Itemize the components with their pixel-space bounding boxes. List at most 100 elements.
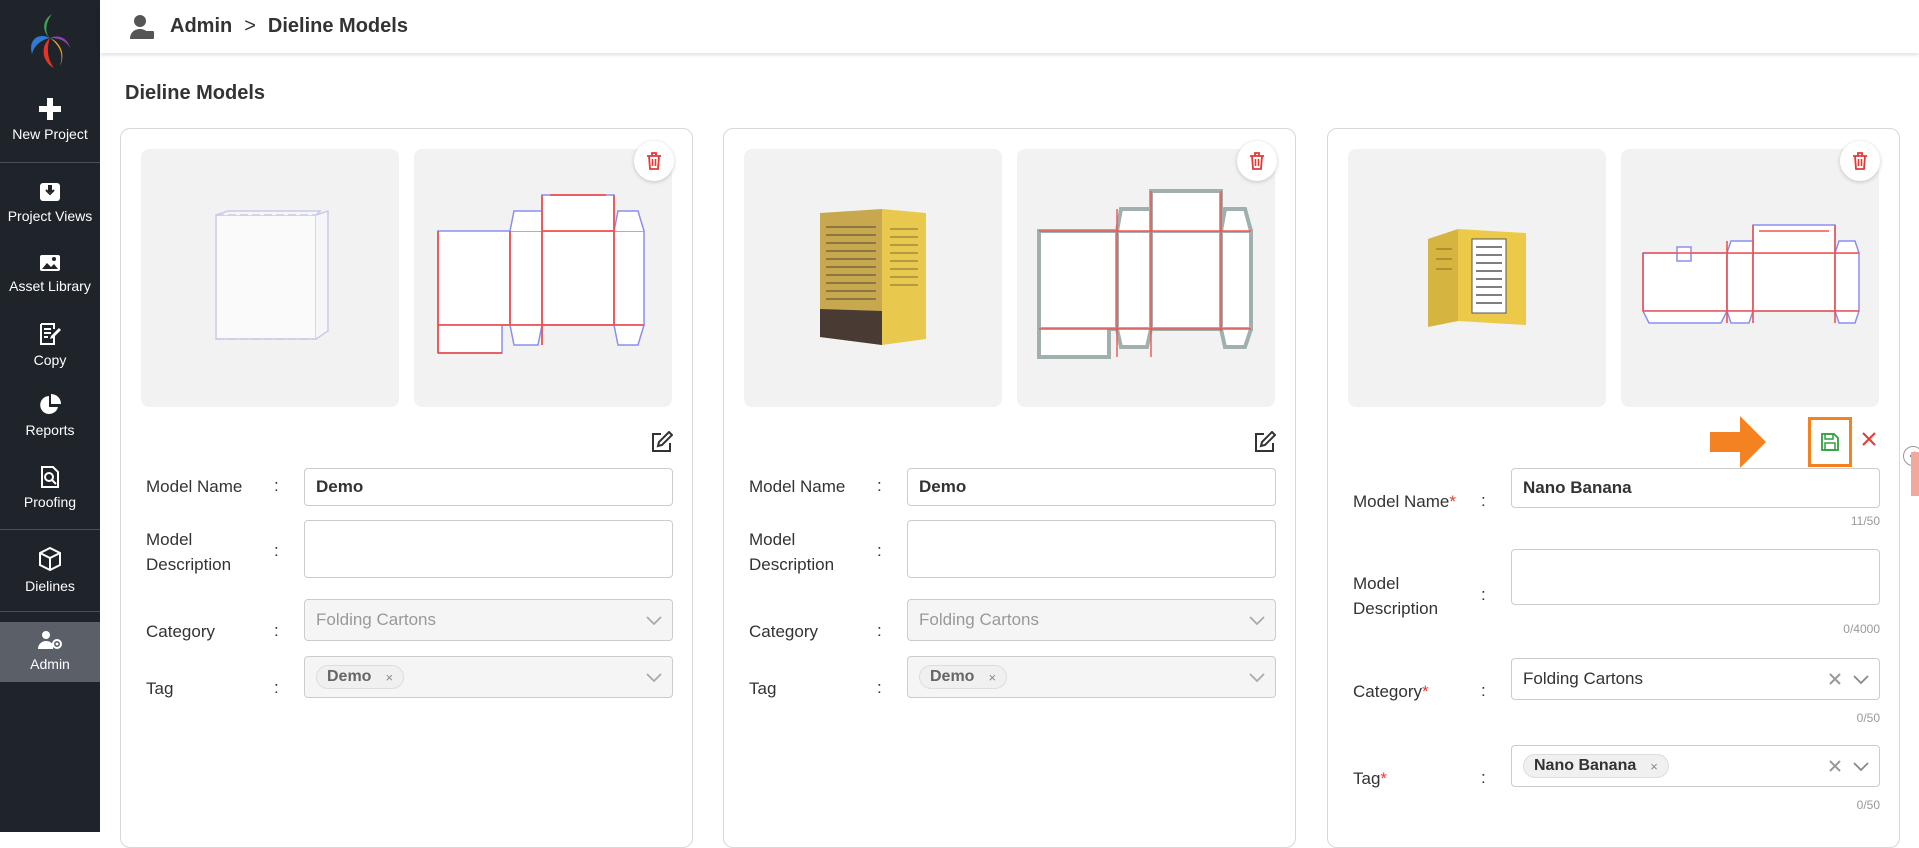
save-button[interactable] xyxy=(1808,417,1852,467)
model-description-textarea[interactable] xyxy=(304,520,673,578)
chevron-down-icon xyxy=(646,673,662,683)
clear-selection-icon[interactable] xyxy=(1829,673,1841,685)
sidebar: New Project Project Views Asset Library … xyxy=(0,0,100,832)
nav-dielines[interactable]: Dielines xyxy=(0,546,100,594)
tag-select[interactable]: Nano Banana × xyxy=(1511,745,1880,787)
colon: : xyxy=(877,476,882,495)
tag-chip: Demo × xyxy=(919,665,1008,689)
dieline-thumbnail[interactable] xyxy=(414,149,672,407)
chip-remove-icon[interactable]: × xyxy=(385,670,393,685)
model-name-char-count: 11/50 xyxy=(1850,514,1880,528)
tag-select[interactable]: Demo × xyxy=(304,656,673,698)
nav-label: Copy xyxy=(33,352,67,368)
category-value: Folding Cartons xyxy=(1523,669,1644,688)
colon: : xyxy=(1481,491,1486,510)
chevron-down-icon xyxy=(646,616,662,626)
nav-label: Project Views xyxy=(7,208,93,224)
edit-model-button[interactable] xyxy=(651,430,675,455)
colon: : xyxy=(877,541,882,560)
colon: : xyxy=(877,621,882,640)
model-name-input[interactable]: Demo xyxy=(907,468,1276,506)
nav-proofing[interactable]: Proofing xyxy=(0,466,100,510)
delete-model-button[interactable] xyxy=(1237,141,1277,181)
trash-icon xyxy=(1250,152,1264,170)
tag-chip: Demo × xyxy=(316,665,405,689)
category-select[interactable]: Folding Cartons xyxy=(1511,658,1880,700)
tag-label: Tag xyxy=(146,679,174,698)
model-card: Model Name : Demo Model Description : Cat… xyxy=(120,128,693,848)
cancel-button[interactable] xyxy=(1861,431,1881,451)
mockup-thumbnail[interactable] xyxy=(744,149,1002,407)
nav-reports[interactable]: Reports xyxy=(0,394,100,438)
tag-chip: Nano Banana × xyxy=(1523,754,1669,778)
clear-selection-icon[interactable] xyxy=(1829,760,1841,772)
colon: : xyxy=(877,678,882,697)
delete-model-button[interactable] xyxy=(1840,141,1880,181)
category-label: Category xyxy=(146,622,215,641)
model-description-label: Model Description xyxy=(1353,574,1439,618)
plus-icon xyxy=(39,98,61,120)
nav-label: Admin xyxy=(30,656,70,672)
side-tab[interactable] xyxy=(1911,452,1919,496)
mockup-thumbnail[interactable] xyxy=(141,149,399,407)
chip-remove-icon[interactable]: × xyxy=(988,670,996,685)
edit-doc-icon xyxy=(40,323,61,345)
nav-copy[interactable]: Copy xyxy=(0,322,100,368)
colon: : xyxy=(274,541,279,560)
top-bar: Admin > Dieline Models xyxy=(100,0,1919,53)
model-description-char-count: 0/4000 xyxy=(1843,622,1880,636)
breadcrumb-separator: > xyxy=(244,15,256,37)
model-description-label: Model Description xyxy=(749,530,835,574)
nav-label: Proofing xyxy=(23,494,77,510)
colon: : xyxy=(274,476,279,495)
model-name-input[interactable]: Demo xyxy=(304,468,673,506)
colon: : xyxy=(274,678,279,697)
category-select[interactable]: Folding Cartons xyxy=(907,599,1276,641)
model-name-input[interactable]: Nano Banana xyxy=(1511,468,1880,508)
breadcrumb-root[interactable]: Admin xyxy=(170,15,232,38)
nav-asset-library[interactable]: Asset Library xyxy=(0,254,100,294)
tag-char-count: 0/50 xyxy=(1856,798,1880,812)
model-name-label: Model Name xyxy=(749,477,846,496)
model-description-label: Model Description xyxy=(146,530,232,574)
app-logo[interactable] xyxy=(24,10,76,74)
nav-admin[interactable]: Admin xyxy=(0,622,100,682)
delete-model-button[interactable] xyxy=(634,141,674,181)
trash-icon xyxy=(1853,152,1867,170)
nav-project-views[interactable]: Project Views xyxy=(0,182,100,224)
admin-user-icon xyxy=(130,14,154,39)
chip-remove-icon[interactable]: × xyxy=(1650,759,1658,774)
edit-icon xyxy=(1255,430,1277,452)
mockup-thumbnail[interactable] xyxy=(1348,149,1606,407)
model-description-textarea[interactable] xyxy=(907,520,1276,578)
nav-divider xyxy=(0,611,100,612)
edit-model-button[interactable] xyxy=(1254,430,1278,455)
chevron-down-icon xyxy=(1853,762,1869,772)
tag-select[interactable]: Demo × xyxy=(907,656,1276,698)
category-value: Folding Cartons xyxy=(919,610,1040,629)
dieline-thumbnail[interactable] xyxy=(1621,149,1879,407)
breadcrumb-current: Dieline Models xyxy=(267,15,408,37)
close-icon xyxy=(1862,432,1876,446)
colon: : xyxy=(1481,585,1486,604)
nav-divider xyxy=(0,162,100,163)
chevron-down-icon xyxy=(1249,673,1265,683)
chevron-down-icon xyxy=(1853,675,1869,685)
page-title: Dieline Models xyxy=(125,82,266,104)
nav-divider xyxy=(0,529,100,530)
model-description-textarea[interactable] xyxy=(1511,549,1880,605)
category-select[interactable]: Folding Cartons xyxy=(304,599,673,641)
nav-label: Dielines xyxy=(25,578,75,594)
colon: : xyxy=(1481,681,1486,700)
chevron-down-icon xyxy=(1249,616,1265,626)
user-gear-icon xyxy=(38,631,62,649)
box-icon xyxy=(39,546,61,572)
model-name-label: Model Name* xyxy=(1353,492,1456,511)
nav-new-project[interactable]: New Project xyxy=(0,98,100,142)
dieline-thumbnail[interactable] xyxy=(1017,149,1275,407)
image-icon xyxy=(40,255,60,271)
model-name-label: Model Name xyxy=(146,477,243,496)
category-value: Folding Cartons xyxy=(316,610,437,629)
model-card-editing: Model Name* : Nano Banana 11/50 Model Des… xyxy=(1327,128,1900,848)
tag-label: Tag xyxy=(749,679,777,698)
